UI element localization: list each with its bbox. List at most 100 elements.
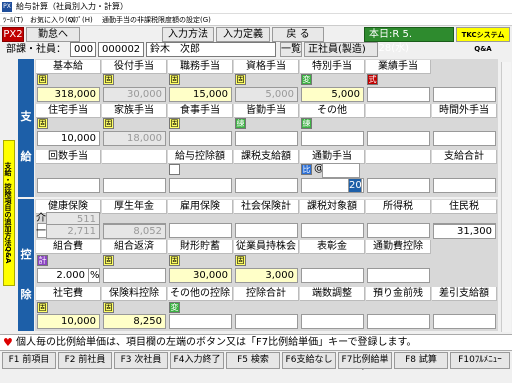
ded3-value-6[interactable] xyxy=(367,314,430,329)
fkey-3[interactable]: F3 次社員 xyxy=(114,352,168,369)
health-general-value[interactable]: 2,711 xyxy=(46,224,100,239)
pay2-value-1[interactable]: 10,000 xyxy=(37,131,100,146)
pay2-value-6[interactable] xyxy=(367,131,430,146)
pay-tag[interactable]: 変 xyxy=(301,74,312,85)
heart-icon: ♥ xyxy=(3,336,13,349)
vertical-scrollbar[interactable] xyxy=(501,62,511,332)
deduction-section-label: 控除 xyxy=(18,199,34,331)
ded3-value-5[interactable] xyxy=(301,314,364,329)
ded2-value-6[interactable] xyxy=(367,268,430,283)
ded2-tag[interactable]: 固 xyxy=(169,255,180,266)
fkey-8[interactable]: F8 試算 xyxy=(394,352,448,369)
dept-field[interactable]: 000 xyxy=(70,42,96,57)
fkey-9[interactable]: F10ﾌﾙﾒﾆｭｰ xyxy=(450,352,510,369)
ded2-header-2: 組合返済 xyxy=(102,240,167,254)
pay3-value-4[interactable] xyxy=(235,178,298,193)
pay-value-6[interactable] xyxy=(367,87,430,102)
ded3-value-4[interactable] xyxy=(235,314,298,329)
insurance-value[interactable]: 8,250 xyxy=(103,314,166,329)
pay2-tag[interactable]: 固 xyxy=(103,118,114,129)
pay-value-3[interactable]: 15,000 xyxy=(169,87,232,102)
menu-help[interactable]: ﾍﾙﾌﾟ(H) xyxy=(68,14,93,26)
ded-value-3[interactable] xyxy=(169,223,232,238)
ded-value-5[interactable] xyxy=(301,223,364,238)
attendance-button[interactable]: 勤怠へ xyxy=(26,27,80,42)
pay3-value-2[interactable] xyxy=(103,178,166,193)
ded3-header-1: 社宅費 xyxy=(36,287,101,301)
pay2-tag[interactable]: 練 xyxy=(235,118,246,129)
ded2-value-2[interactable] xyxy=(103,268,166,283)
fkey-4[interactable]: F4入力終了 xyxy=(170,352,224,369)
fkey-2[interactable]: F2 前社員 xyxy=(58,352,112,369)
housing-value[interactable]: 10,000 xyxy=(37,314,100,329)
pay2-value-7[interactable] xyxy=(433,131,496,146)
pay-value-4[interactable]: 5,000 xyxy=(235,87,298,102)
ded3-value-3[interactable] xyxy=(169,314,232,329)
ded2-tag[interactable]: 計 xyxy=(37,255,48,266)
stock-value[interactable]: 3,000 xyxy=(235,268,298,283)
pay3-value-7[interactable] xyxy=(433,178,496,193)
fkey-5[interactable]: F5 検索 xyxy=(226,352,280,369)
pay2-value-4[interactable] xyxy=(235,131,298,146)
ded-value-4[interactable] xyxy=(235,223,298,238)
ded3-tag[interactable]: 固 xyxy=(103,302,114,313)
fkey-1[interactable]: F1 前項目 xyxy=(2,352,56,369)
add-items-qa-link[interactable]: 支給・控除項目の追加方法Q&A xyxy=(3,140,15,286)
union-fee-value[interactable]: 2.000 xyxy=(37,268,89,283)
pay2-tag[interactable]: 固 xyxy=(37,118,48,129)
today-date: 本日:R 5. 6.28(水) xyxy=(364,27,454,54)
pay3-value-1[interactable] xyxy=(37,178,100,193)
ratio-tag[interactable]: 比 xyxy=(301,164,312,175)
ded2-value-5[interactable] xyxy=(301,268,364,283)
ded3-tag[interactable]: 固 xyxy=(37,302,48,313)
pay-tag[interactable]: 固 xyxy=(37,74,48,85)
fkey-6[interactable]: F6支給なし xyxy=(282,352,336,369)
commute-rate[interactable] xyxy=(322,163,360,178)
pension-value[interactable]: 8,052 xyxy=(103,224,166,239)
pay2-tag[interactable]: 固 xyxy=(169,118,180,129)
pay3-value-6[interactable] xyxy=(367,178,430,193)
pay-tag[interactable]: 固 xyxy=(235,74,246,85)
pay-value-1[interactable]: 318,000 xyxy=(37,87,100,102)
resident-tax-value[interactable]: 31,300 xyxy=(433,224,496,239)
pay-value-5[interactable]: 5,000 xyxy=(301,87,364,102)
care-label: 介 xyxy=(36,213,46,224)
tkc-qa-button[interactable]: TKCシステムQ&A xyxy=(456,27,510,53)
list-button[interactable]: 一覧 xyxy=(280,42,302,57)
ded3-header-7: 差引支給額 xyxy=(432,287,497,301)
ded3-value-7[interactable] xyxy=(433,314,496,329)
pay2-value-5[interactable] xyxy=(301,131,364,146)
savings-value[interactable]: 30,000 xyxy=(169,268,232,283)
ded-header-2: 厚生年金 xyxy=(102,200,167,214)
ded-value-6[interactable] xyxy=(367,223,430,238)
pay3-value-3[interactable] xyxy=(169,178,232,193)
menu-tools[interactable]: ﾂｰﾙ(T) xyxy=(3,14,23,26)
pay2-value-3[interactable] xyxy=(169,131,232,146)
back-button[interactable]: 戻 る xyxy=(272,27,324,42)
fkey-7[interactable]: F7比例給単価 xyxy=(338,352,392,380)
ded-header-7: 住民税 xyxy=(432,200,497,214)
ded2-tag[interactable]: 固 xyxy=(103,255,114,266)
pay2-header-6 xyxy=(366,104,431,118)
ded2-tag[interactable]: 固 xyxy=(235,255,246,266)
pay-value-2[interactable]: 30,000 xyxy=(103,87,166,102)
message-bar: ♥ 個人毎の比例給単価は、項目欄の左端のボタン又は「F7比例給単価」キーで登録し… xyxy=(0,334,512,351)
deduction-flag-checkbox[interactable] xyxy=(169,164,180,175)
commute-value[interactable]: 20 xyxy=(348,178,362,193)
ded2-header-5: 表彰金 xyxy=(300,240,365,254)
input-definition-button[interactable]: 入力定義 xyxy=(216,27,270,42)
input-method-button[interactable]: 入力方法 xyxy=(162,27,214,42)
pay2-value-2[interactable]: 18,000 xyxy=(103,131,166,146)
pay-tag[interactable]: 固 xyxy=(103,74,114,85)
pay2-header-4: 皆勤手当 xyxy=(234,104,299,118)
pay-tag[interactable]: 固 xyxy=(169,74,180,85)
pay2-tag[interactable]: 練 xyxy=(301,118,312,129)
ded3-tag[interactable]: 変 xyxy=(169,302,180,313)
pay-tag[interactable]: 式 xyxy=(367,74,378,85)
employee-type: 正社員(製造) xyxy=(304,42,378,57)
menu-commute-limit[interactable]: 通勤手当の非課税限度額の設定(G) xyxy=(102,14,211,26)
pay-header-3: 職務手当 xyxy=(168,60,233,74)
ded2-header-4: 従業員持株会 xyxy=(234,240,299,254)
pay-value-blank[interactable] xyxy=(433,87,496,102)
employee-code-field[interactable]: 000002 xyxy=(98,42,144,57)
